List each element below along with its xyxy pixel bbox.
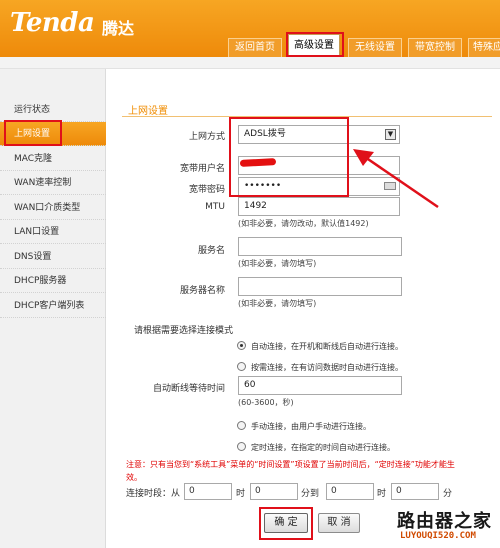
sidebar-item-dhcp-clients[interactable]: DHCP客户端列表 (0, 294, 106, 318)
mode-scheduled-label: 定时连接，在指定的时间自动进行连接。 (251, 443, 395, 452)
mode-manual-radio[interactable] (237, 421, 246, 430)
to-hour-field[interactable]: 0 (326, 483, 374, 500)
server-name-label: 服务器名称 (179, 286, 225, 296)
chevron-down-icon: ▼ (385, 129, 396, 140)
mode-on-demand-radio[interactable] (237, 362, 246, 371)
mode-auto-label: 自动连接，在开机和断线后自动进行连接。 (251, 342, 403, 351)
tab-home[interactable]: 返回首页 (228, 38, 282, 57)
sidebar-item-wan-speed[interactable]: WAN速率控制 (0, 171, 106, 195)
from-min-field[interactable]: 0 (250, 483, 298, 500)
sidebar-item-wan-medium[interactable]: WAN口介质类型 (0, 196, 106, 220)
connection-mode-label: 请根据需要选择连接模式 (134, 326, 234, 336)
service-name-field[interactable] (238, 237, 402, 256)
to-min-unit: 分 (443, 489, 453, 499)
sidebar-item-dhcp-server[interactable]: DHCP服务器 (0, 269, 106, 293)
watermark-url: LUYOUQI520.COM (400, 531, 476, 541)
password-label: 宽带密码 (188, 185, 225, 195)
mtu-field[interactable]: 1492 (238, 197, 400, 216)
service-name-label: 服务名 (197, 246, 225, 256)
mode-manual-label: 手动连接，由用户手动进行连接。 (251, 422, 371, 431)
from-min-to: 分到 (301, 489, 320, 499)
to-hour-unit: 时 (377, 489, 387, 499)
mode-auto-radio[interactable] (237, 341, 246, 350)
conn-type-label: 上网方式 (188, 132, 225, 142)
from-hour-unit: 时 (236, 489, 246, 499)
annotation-highlight-fields (229, 117, 349, 197)
tab-special-apps[interactable]: 特殊应 (468, 38, 500, 57)
server-name-hint: (如非必要，请勿填写) (238, 299, 317, 308)
tab-wireless-settings[interactable]: 无线设置 (348, 38, 402, 57)
mtu-hint: (如非必要，请勿改动，默认值1492) (238, 219, 369, 228)
sidebar-item-dns-settings[interactable]: DNS设置 (0, 245, 106, 269)
annotation-highlight-ok (259, 507, 313, 540)
section-title: 上网设置 (128, 106, 168, 117)
tab-bandwidth-control[interactable]: 带宽控制 (408, 38, 462, 57)
mtu-label: MTU (205, 202, 225, 212)
server-name-field[interactable] (238, 277, 402, 296)
to-min-field[interactable]: 0 (391, 483, 439, 500)
sidebar-item-status[interactable]: 运行状态 (0, 98, 106, 122)
service-name-hint: (如非必要，请勿填写) (238, 259, 317, 268)
sidebar-item-mac-clone[interactable]: MAC克隆 (0, 147, 106, 171)
time-range-label: 连接时段：从 (126, 489, 181, 499)
watermark-text: 路由器之家 (397, 511, 492, 532)
idle-time-field[interactable]: 60 (238, 376, 402, 395)
top-header: Tenda 腾达 返回首页 高级设置 无线设置 带宽控制 特殊应 (0, 0, 500, 57)
logo-chinese-text: 腾达 (102, 19, 135, 38)
cancel-button[interactable]: 取 消 (318, 513, 360, 533)
mode-scheduled-radio[interactable] (237, 442, 246, 451)
mode-on-demand-label: 按需连接，在有访问数据时自动进行连接。 (251, 363, 403, 372)
idle-time-label: 自动断线等待时间 (152, 384, 225, 394)
annotation-highlight-tab (286, 32, 344, 57)
annotation-highlight-sidebar (4, 120, 62, 146)
username-label: 宽带用户名 (179, 164, 225, 174)
idle-time-hint: (60-3600，秒) (238, 398, 294, 407)
schedule-note: 注意：只有当您到“系统工具”菜单的“时间设置”项设置了当前时间后，“定时连接”功… (126, 460, 455, 482)
keyboard-icon (384, 182, 396, 190)
tenda-logo: Tenda (10, 8, 95, 38)
sidebar-item-lan-settings[interactable]: LAN口设置 (0, 220, 106, 244)
from-hour-field[interactable]: 0 (184, 483, 232, 500)
header-subbar (0, 57, 500, 69)
